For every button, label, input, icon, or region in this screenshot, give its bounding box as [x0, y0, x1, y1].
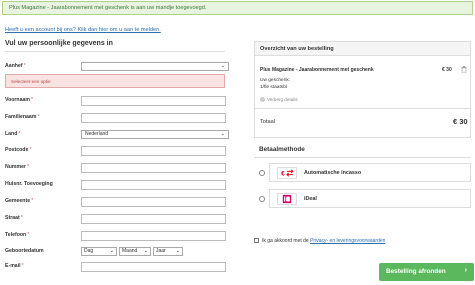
dob-day-select[interactable]: Dag ⌄: [81, 247, 117, 256]
order-summary: Overzicht van uw bestelling Plus Magazin…: [254, 41, 471, 138]
incasso-box[interactable]: € Automatische incasso: [269, 163, 471, 182]
divider: [254, 157, 471, 158]
ideal-label: iDeal: [304, 196, 317, 202]
aanhef-label: Aanhef*: [5, 63, 26, 69]
postcode-field[interactable]: [81, 146, 226, 156]
email-field[interactable]: [81, 262, 226, 272]
divider: [255, 108, 470, 109]
minus-circle-icon: [260, 97, 265, 103]
payment-option-ideal[interactable]: iDeal: [254, 189, 471, 208]
chevron-down-icon: ⌄: [175, 248, 180, 254]
product-price: € 30: [442, 67, 452, 73]
land-row: Land* Nederland ⌄: [5, 130, 229, 140]
nummer-field[interactable]: [81, 163, 226, 173]
total-label: Totaal: [260, 119, 275, 125]
gift-label: Uw geschenk:: [260, 78, 291, 83]
incasso-logo-icon: €: [277, 167, 297, 179]
land-select[interactable]: Nederland ⌄: [81, 130, 229, 139]
total-value: € 30: [453, 117, 468, 126]
postcode-label: Postcode*: [5, 147, 32, 153]
cart-notice: Plus Magazine - Jaarabonnement met gesch…: [2, 1, 473, 15]
ideal-radio[interactable]: [259, 196, 265, 202]
terms-link[interactable]: Privacy- en leveringsvoorwaarden: [310, 238, 385, 244]
gemeente-row: Gemeente*: [5, 197, 227, 207]
huisnr-row: Huisnr. Toevoeging: [5, 180, 227, 190]
ideal-box[interactable]: iDeal: [269, 189, 471, 208]
familienaam-field[interactable]: [81, 113, 226, 123]
submit-order-button[interactable]: Bestelling afronden ›: [379, 263, 474, 281]
familienaam-label: Familienaam*: [5, 114, 40, 120]
familienaam-row: Familienaam*: [5, 113, 227, 123]
chevron-down-icon: ⌄: [220, 131, 225, 137]
postcode-row: Postcode*: [5, 146, 227, 156]
email-label: E-mail*: [5, 263, 24, 269]
gemeente-label: Gemeente*: [5, 198, 34, 204]
payment-option-incasso[interactable]: € Automatische incasso: [254, 163, 471, 182]
divider: [5, 51, 225, 52]
email-row: E-mail*: [5, 262, 227, 272]
land-label: Land*: [5, 131, 21, 137]
huisnr-field[interactable]: [81, 180, 226, 190]
straat-label: Straat*: [5, 215, 23, 221]
straat-field[interactable]: [81, 214, 226, 224]
dob-year-select[interactable]: Jaar ⌄: [153, 247, 183, 256]
incasso-label: Automatische incasso: [304, 170, 362, 176]
gift-info: Uw geschenk: 1/fle staatsbl: [260, 78, 290, 91]
geboortedatum-row: Geboortedatum Dag ⌄ Maand ⌄ Jaar ⌄: [5, 247, 227, 257]
nummer-label: Nummer*: [5, 164, 30, 170]
form-title: Vul uw persoonlijke gegevens in: [5, 40, 113, 47]
nummer-row: Nummer*: [5, 163, 227, 173]
huisnr-label: Huisnr. Toevoeging: [5, 181, 53, 187]
aanhef-error: Selecteer een optie: [5, 74, 225, 88]
gemeente-field[interactable]: [81, 197, 226, 207]
aanhef-select[interactable]: ⌄: [81, 62, 229, 71]
voornaam-label: Voornaam*: [5, 97, 34, 103]
gift-item: 1/fle staatsbl: [260, 84, 287, 90]
terms-row: Ik ga akkoord met de Privacy- en leverin…: [254, 238, 385, 244]
chevron-down-icon: ⌄: [143, 248, 148, 254]
terms-text: Ik ga akkoord met de: [262, 238, 309, 244]
dob-month-select[interactable]: Maand ⌄: [119, 247, 151, 256]
aanhef-row: Aanhef* ⌄: [5, 62, 229, 72]
telefoon-field[interactable]: [81, 231, 226, 241]
ideal-logo-icon: [277, 193, 297, 205]
summary-title: Overzicht van uw bestelling: [255, 42, 470, 56]
trash-icon[interactable]: [461, 66, 467, 73]
chevron-down-icon: ⌄: [220, 63, 225, 69]
voornaam-field[interactable]: [81, 96, 226, 106]
login-link[interactable]: Heeft u een account bij ons? Klik dan hi…: [5, 27, 161, 33]
hide-details-toggle[interactable]: Verberg details: [260, 97, 298, 103]
product-name: Plus Magazine - Jaarabonnement met gesch…: [260, 67, 374, 73]
terms-checkbox[interactable]: [254, 238, 259, 244]
geboortedatum-label: Geboortedatum: [5, 248, 44, 254]
chevron-right-icon: ›: [464, 267, 467, 274]
incasso-radio[interactable]: [259, 170, 265, 176]
chevron-down-icon: ⌄: [109, 248, 114, 254]
straat-row: Straat*: [5, 214, 227, 224]
voornaam-row: Voornaam*: [5, 96, 227, 106]
svg-text:€: €: [281, 171, 285, 178]
telefoon-label: Telefoon*: [5, 232, 30, 238]
payment-title: Betaalmethode: [259, 146, 305, 153]
telefoon-row: Telefoon*: [5, 231, 227, 241]
